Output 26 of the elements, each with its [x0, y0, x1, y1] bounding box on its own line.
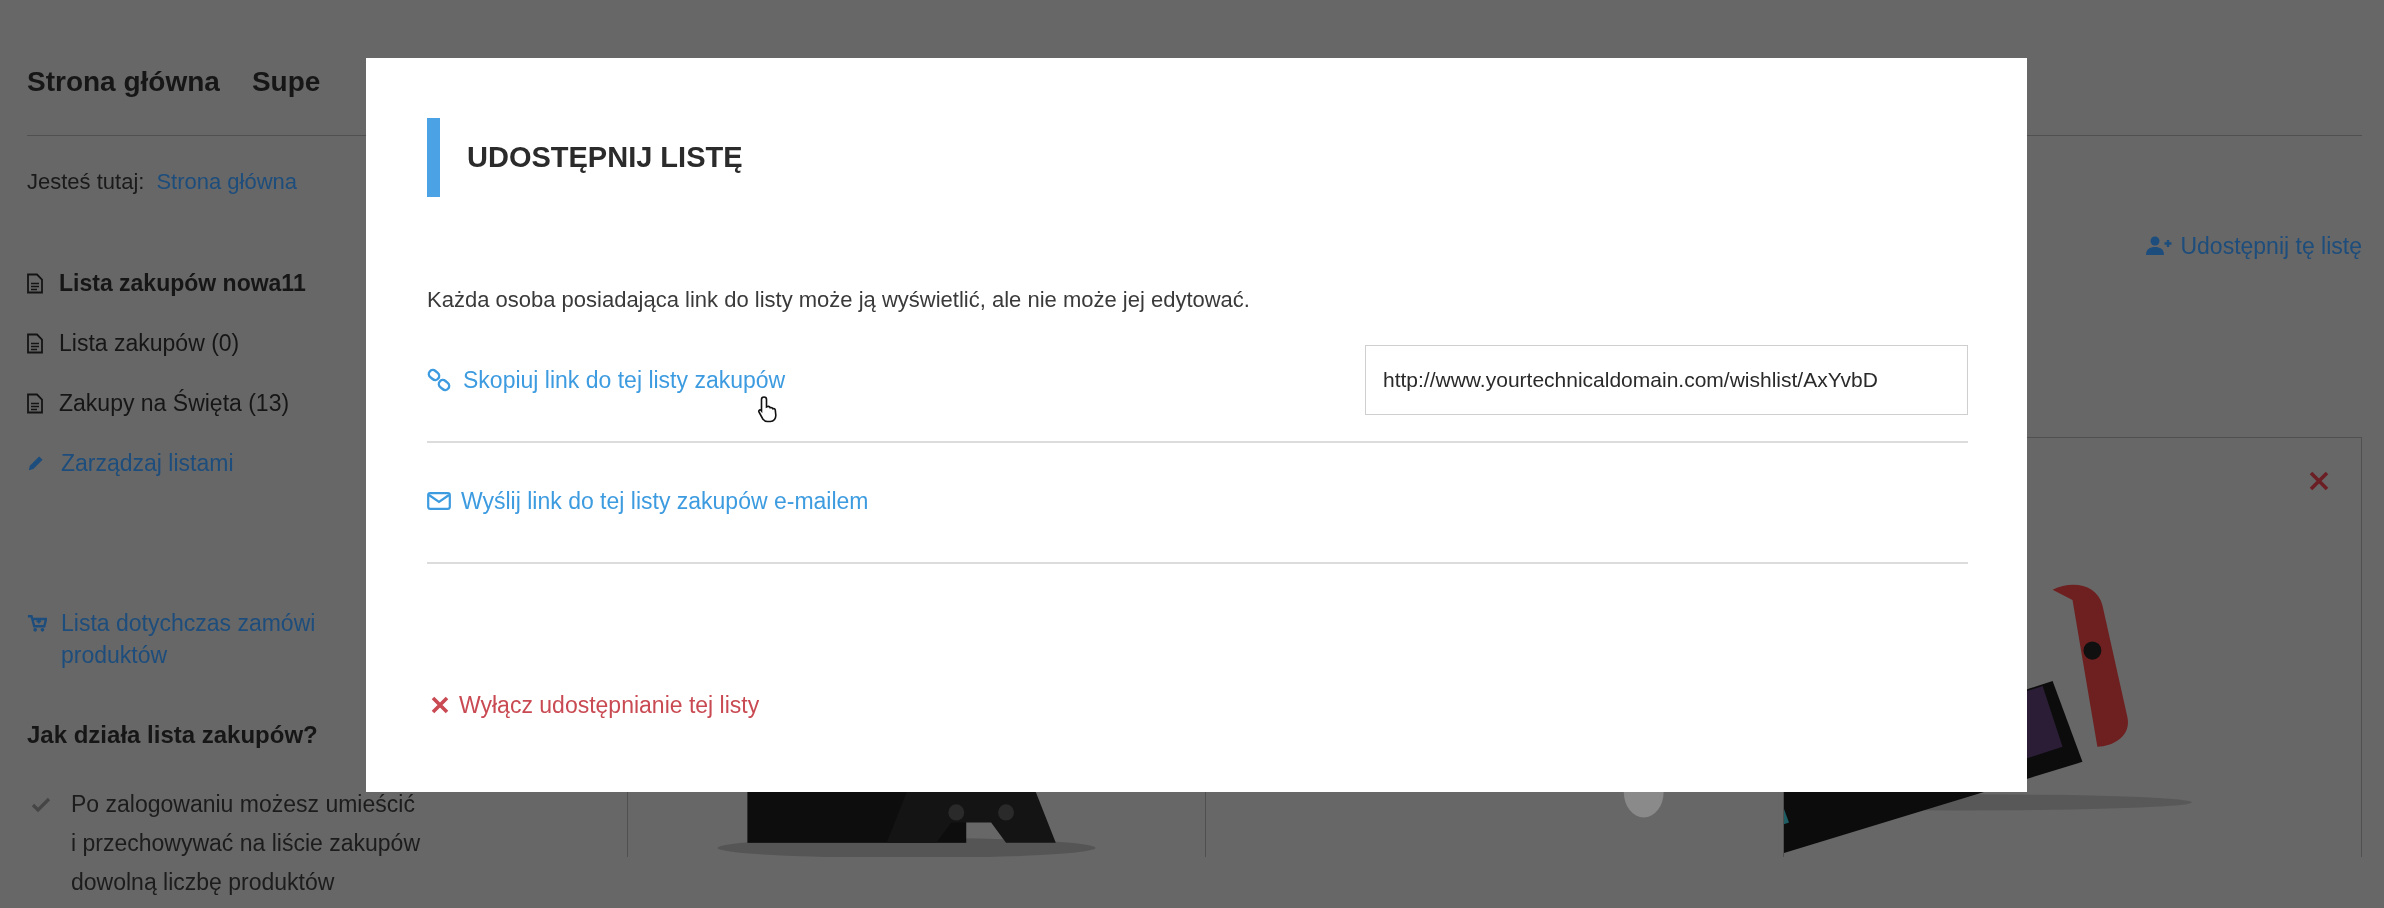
dialog-title: UDOSTĘPNIJ LISTĘ	[467, 139, 743, 175]
check-icon	[31, 797, 51, 813]
dialog-description: Każda osoba posiadająca link do listy może ją wyświetlić, ale nie może jej edytować.	[427, 286, 1251, 314]
nav-link[interactable]: Supe	[251, 62, 321, 102]
disable-sharing-link[interactable]: Wyłącz udostępnianie tej listy	[427, 690, 760, 720]
remove-icon	[2309, 471, 2329, 491]
breadcrumb-label: Jesteś tutaj:	[27, 167, 145, 196]
document-icon	[27, 332, 43, 354]
document-icon	[27, 272, 43, 294]
shopping-list-link[interactable]: Lista zakupów nowa11	[59, 265, 306, 301]
help-text: Po zalogowaniu możesz umieścić i przechowywać na liście zakupów dowolną liczbę produktów	[71, 790, 420, 897]
link-icon	[427, 368, 451, 392]
copy-link[interactable]: Skopiuj link do tej listy zakupów	[427, 362, 786, 398]
hand-cursor-icon	[757, 395, 779, 423]
pencil-icon	[27, 454, 45, 472]
help-heading: Jak działa lista zakupów?	[27, 720, 319, 750]
envelope-icon	[427, 492, 451, 510]
add-user-icon	[2146, 236, 2173, 256]
url-field[interactable]: http://www.yourtechnicaldomain.com/wishlist/AxYvbD	[1365, 345, 1968, 415]
cart-icon	[27, 614, 47, 633]
document-icon	[27, 392, 43, 414]
email-link[interactable]: Wyślij link do tej listy zakupów e-mailem	[427, 486, 1968, 516]
shopping-list-link[interactable]: Zakupy na Święta (13)	[59, 385, 290, 421]
nav-link[interactable]: Strona główna	[27, 62, 220, 102]
shopping-list-link[interactable]: Lista zakupów (0)	[59, 325, 240, 361]
close-icon	[431, 696, 449, 714]
